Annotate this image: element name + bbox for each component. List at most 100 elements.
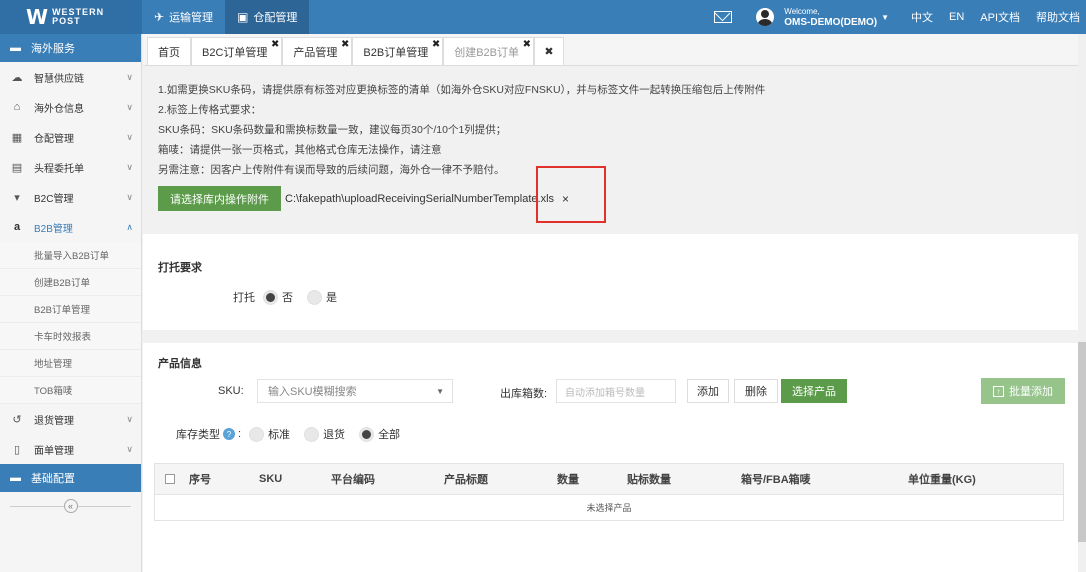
tab-label: B2C订单管理 <box>202 46 268 59</box>
chevron-down-icon: ∨ <box>126 191 133 202</box>
tab-b2b-orders[interactable]: B2B订单管理 ✖ <box>352 37 444 65</box>
col-platform-code: 平台编码 <box>331 474 375 486</box>
sidebar-item-b2b[interactable]: a B2B管理 ∧ <box>0 212 141 242</box>
topnav-transport-label: 运输管理 <box>169 12 214 24</box>
grid-icon: ▦ <box>11 131 23 144</box>
boxes-label: 出库箱数: <box>500 388 548 400</box>
folder-icon: ▬ <box>10 42 21 54</box>
sidebar-basic-config[interactable]: ▬ 基础配置 <box>0 464 141 492</box>
sidebar-sub-truck-report[interactable]: 卡车时效报表 <box>0 323 141 350</box>
sidebar-item-label: 面单管理 <box>34 445 74 457</box>
product-section: 产品信息 SKU: 输入SKU模糊搜索 ▼ 出库箱数: 自动添加箱号数量 添加 … <box>143 343 1078 572</box>
topnav-transport[interactable]: ✈ 运输管理 <box>142 0 225 34</box>
tab-label: B2B订单管理 <box>363 46 429 59</box>
sidebar-sub-address[interactable]: 地址管理 <box>0 350 141 377</box>
caret-down-icon: ▼ <box>881 12 889 22</box>
col-box-fba: 箱号/FBA箱唛 <box>741 474 811 486</box>
sidebar-item-overseas-info[interactable]: ⌂ 海外仓信息 ∨ <box>0 92 141 122</box>
boxes-input[interactable]: 自动添加箱号数量 <box>556 379 676 403</box>
sidebar-sub-batch-import[interactable]: 批量导入B2B订单 <box>0 242 141 269</box>
sidebar-header[interactable]: ▬ 海外服务 <box>0 34 141 62</box>
scroll-thumb[interactable] <box>1078 342 1086 542</box>
close-icon[interactable]: ✖ <box>341 39 349 50</box>
sidebar-sub-create-b2b[interactable]: 创建B2B订单 <box>0 269 141 296</box>
delete-button[interactable]: 删除 <box>734 379 778 403</box>
collapse-icon[interactable]: « <box>63 499 78 513</box>
logo-mark: W <box>26 5 48 29</box>
close-icon[interactable]: ✖ <box>271 39 279 50</box>
folder-icon: ▬ <box>10 472 21 484</box>
home-icon: ⌂ <box>13 101 21 113</box>
product-table: 序号 SKU 平台编码 产品标题 数量 贴标数量 箱号/FBA箱唛 单位重量(K… <box>154 463 1064 521</box>
mail-icon[interactable] <box>714 11 733 23</box>
pallet-no-label: 否 <box>282 292 293 304</box>
lang-en-link[interactable]: EN <box>941 11 972 23</box>
pallet-section: 打托要求 打托 否 是 <box>143 234 1078 330</box>
sidebar-sub-tob-label[interactable]: TOB箱唛 <box>0 377 141 404</box>
bulk-add-label: 批量添加 <box>1009 386 1053 398</box>
pallet-title: 打托要求 <box>158 262 202 274</box>
tab-create-b2b[interactable]: 创建B2B订单 ✖ <box>443 37 534 65</box>
cloud-icon: ☁ <box>11 71 23 84</box>
upload-attachment-button[interactable]: 请选择库内操作附件 <box>158 186 281 211</box>
topnav-warehouse[interactable]: ▣ 仓配管理 <box>225 0 310 34</box>
tab-label: 产品管理 <box>293 46 338 59</box>
user-menu[interactable]: Welcome, OMS-DEMO(DEMO) ▼ <box>756 6 889 28</box>
stock-return-label: 退货 <box>323 429 346 441</box>
close-icon[interactable]: ✖ <box>523 39 531 50</box>
notice-line: 2.标签上传格式要求： <box>158 104 262 116</box>
logo[interactable]: W WESTERN POST <box>0 0 142 34</box>
lang-zh-link[interactable]: 中文 <box>903 9 941 25</box>
col-product-title: 产品标题 <box>444 474 488 486</box>
tab-b2c-orders[interactable]: B2C订单管理 ✖ <box>191 37 283 65</box>
tab-label: 创建B2B订单 <box>454 46 519 59</box>
sidebar-item-warehouse[interactable]: ▦ 仓配管理 ∨ <box>0 122 141 152</box>
sidebar-item-supply-chain[interactable]: ☁ 智慧供应链 ∨ <box>0 62 141 92</box>
tab-products[interactable]: 产品管理 ✖ <box>282 37 353 65</box>
api-doc-link[interactable]: API文档 <box>972 9 1028 25</box>
sidebar-item-labels[interactable]: ▯ 面单管理 ∨ <box>0 434 141 464</box>
sidebar-item-returns[interactable]: ↺ 退货管理 ∨ <box>0 404 141 434</box>
table-header: 序号 SKU 平台编码 产品标题 数量 贴标数量 箱号/FBA箱唛 单位重量(K… <box>155 464 1063 495</box>
top-bar: W WESTERN POST ✈ 运输管理 ▣ 仓配管理 Welcome, OM… <box>0 0 1086 34</box>
sidebar-sub-b2b-orders[interactable]: B2B订单管理 <box>0 296 141 323</box>
top-nav: ✈ 运输管理 ▣ 仓配管理 <box>142 0 310 34</box>
col-index: 序号 <box>189 474 211 486</box>
sidebar-item-label: B2C管理 <box>34 193 74 205</box>
pallet-yes-radio[interactable] <box>307 289 322 305</box>
sidebar-collapse: « <box>0 492 141 520</box>
stock-all-radio[interactable] <box>359 426 375 442</box>
help-doc-link[interactable]: 帮助文档 <box>1028 9 1086 25</box>
amazon-icon: a <box>13 221 21 233</box>
logo-line2: POST <box>52 16 81 26</box>
tab-home[interactable]: 首页 <box>147 37 191 65</box>
add-button[interactable]: 添加 <box>687 379 729 403</box>
pallet-yes-label: 是 <box>326 292 337 304</box>
close-icon[interactable]: ✖ <box>432 39 440 50</box>
col-unit-weight: 单位重量(KG) <box>908 474 976 486</box>
sidebar-item-label: 海外仓信息 <box>34 103 84 115</box>
notice-line: 1.如需更换SKU条码，请提供原有标签对应更换标签的清单（如海外仓SKU对应FN… <box>158 84 766 96</box>
sku-search-select[interactable]: 输入SKU模糊搜索 ▼ <box>257 379 453 403</box>
product-title: 产品信息 <box>158 358 202 370</box>
sidebar-item-first-leg[interactable]: ▤ 头程委托单 ∨ <box>0 152 141 182</box>
help-icon[interactable]: ? <box>223 428 235 440</box>
stock-standard-radio[interactable] <box>249 426 265 442</box>
chevron-down-icon: ∨ <box>126 131 133 142</box>
sidebar-basic-config-label: 基础配置 <box>31 473 75 485</box>
chevron-down-icon: ∨ <box>126 161 133 172</box>
bulk-add-button[interactable]: ↑ 批量添加 <box>981 378 1065 404</box>
user-name: OMS-DEMO(DEMO) <box>784 17 878 28</box>
upload-icon: ↑ <box>993 385 1004 397</box>
chevron-down-icon: ∨ <box>126 101 133 112</box>
chevron-down-icon: ∨ <box>126 443 133 454</box>
cart-icon: ▾ <box>14 191 20 204</box>
scrollbar[interactable] <box>1078 34 1086 572</box>
stock-return-radio[interactable] <box>304 426 320 442</box>
chevron-down-icon: ∨ <box>126 413 133 424</box>
pallet-no-radio[interactable] <box>263 289 278 305</box>
select-all-checkbox[interactable] <box>165 474 175 484</box>
sidebar-item-b2c[interactable]: ▾ B2C管理 ∨ <box>0 182 141 212</box>
select-product-button[interactable]: 选择产品 <box>781 379 847 403</box>
close-all-tabs-button[interactable]: ✖ <box>534 37 564 65</box>
